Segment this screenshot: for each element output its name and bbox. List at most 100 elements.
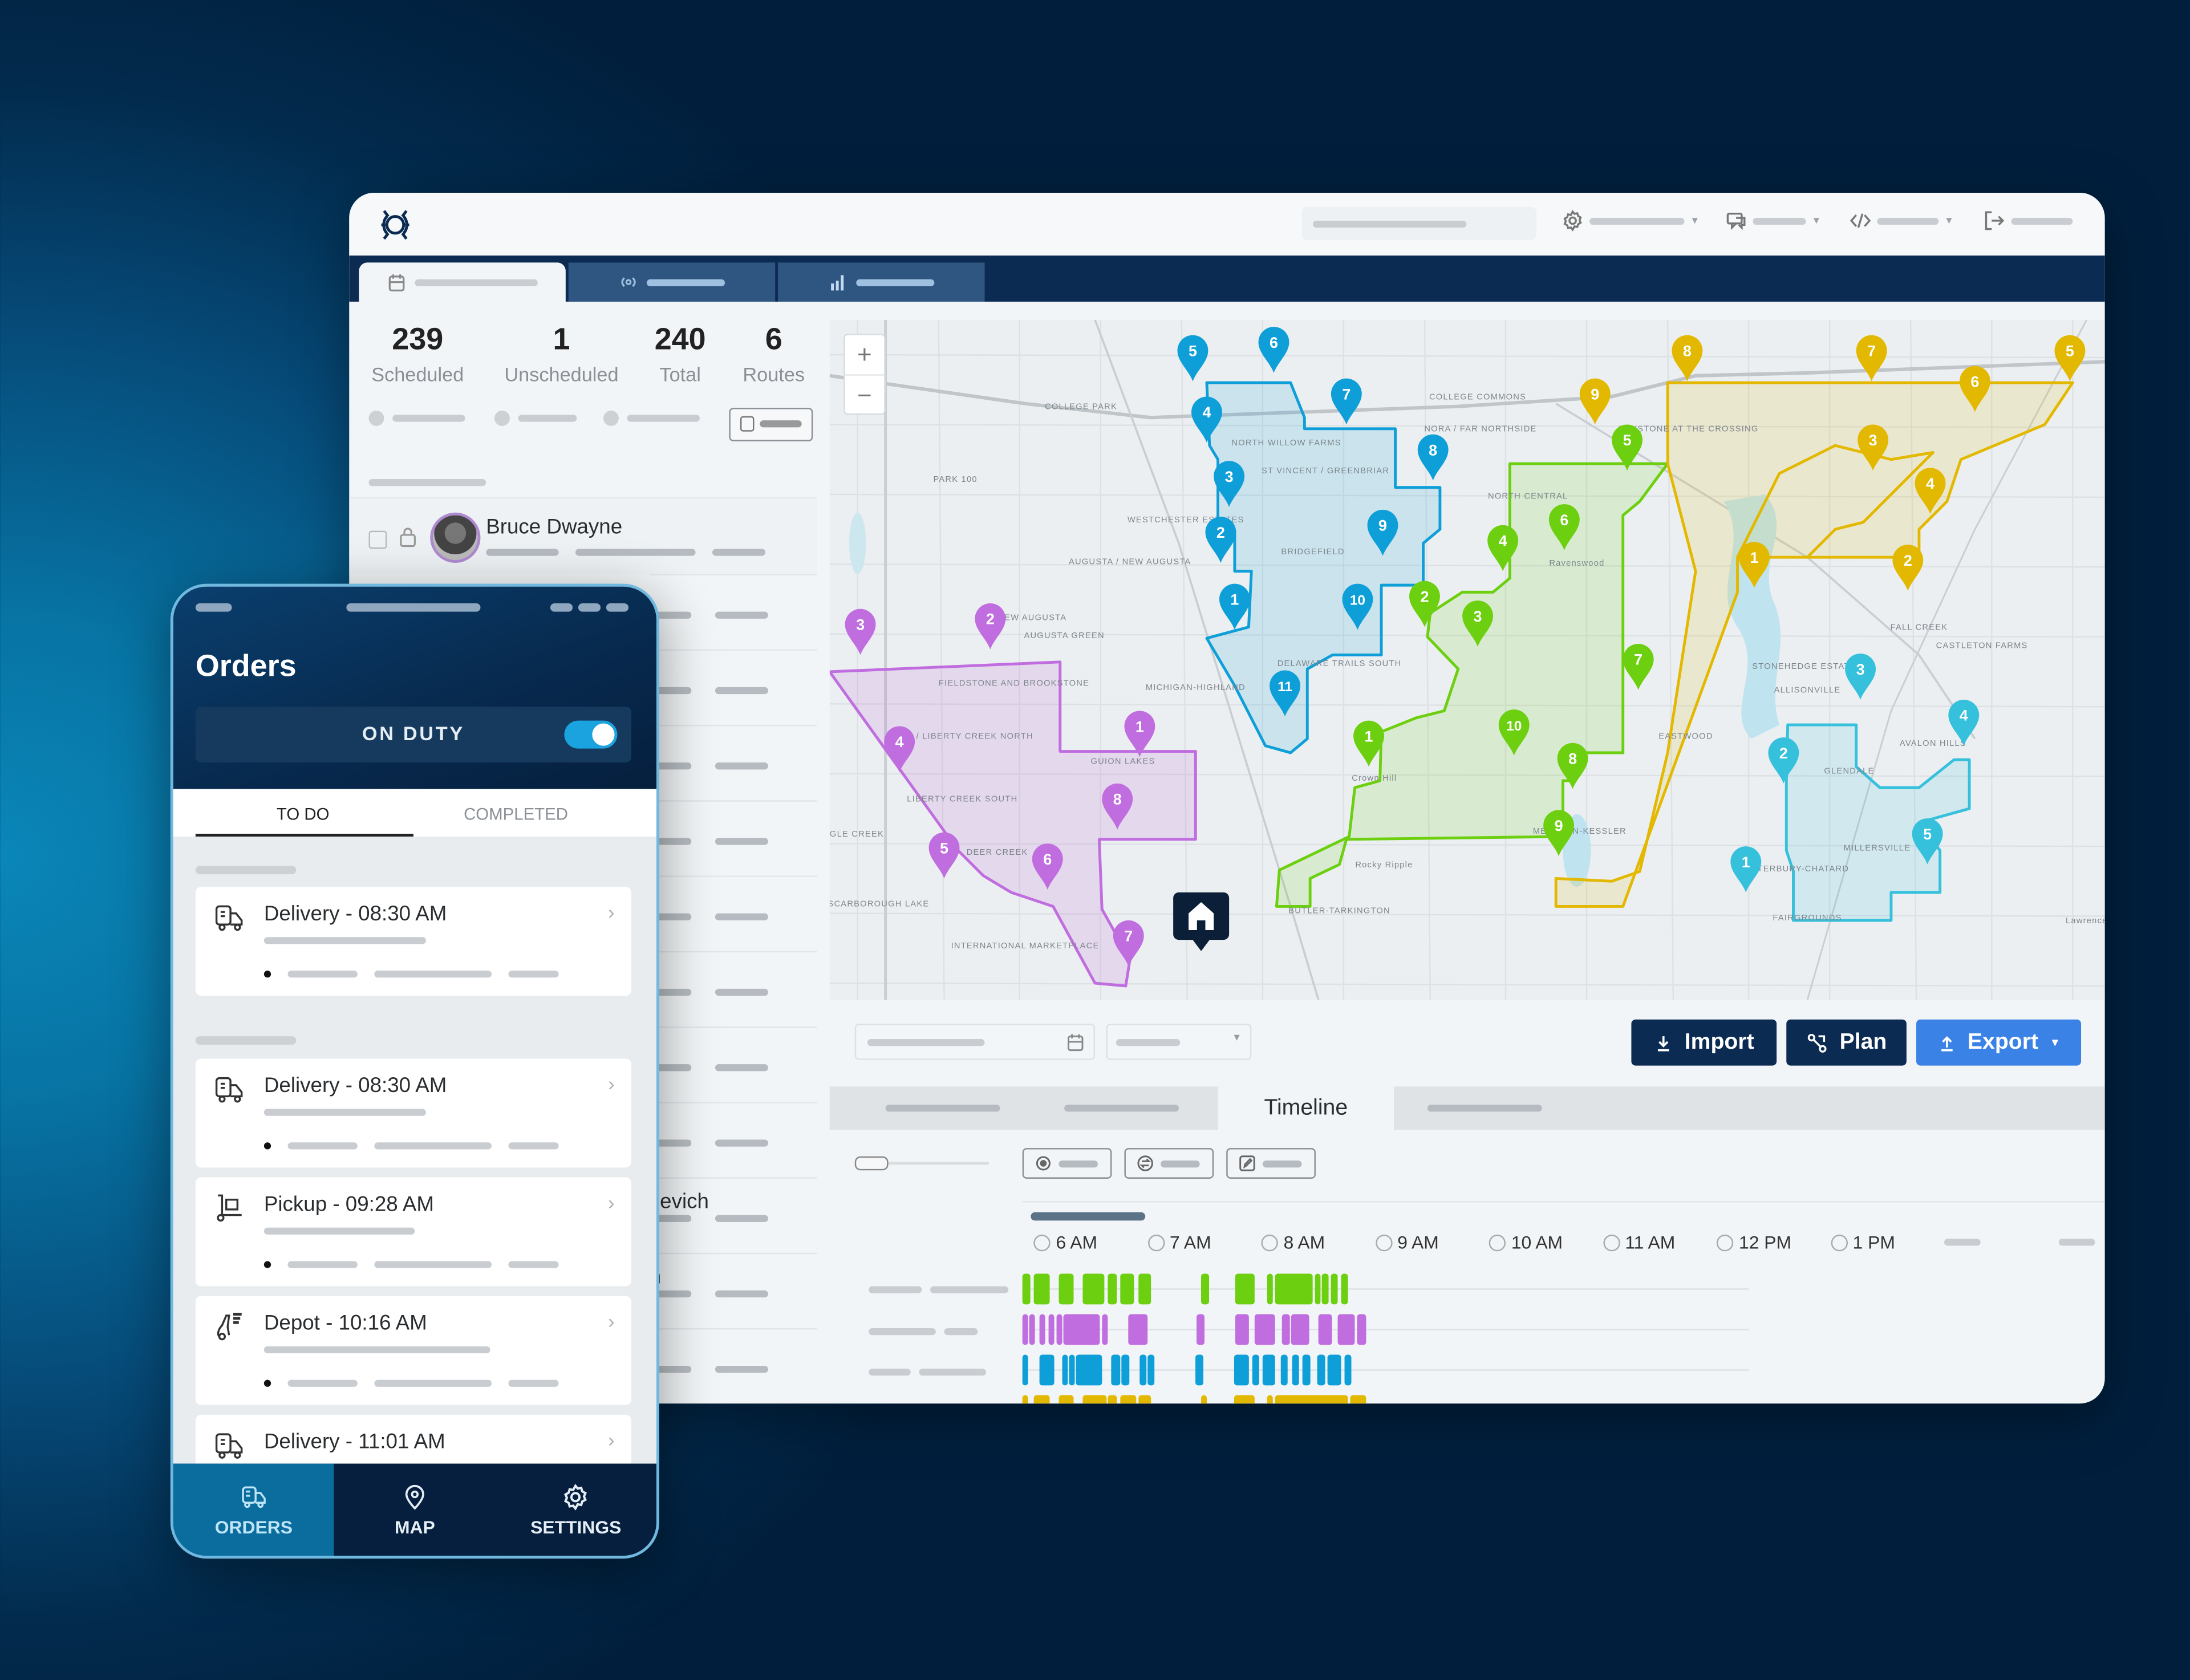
timeline-stop-bar[interactable] (1344, 1354, 1352, 1386)
timeline-stop-bar[interactable] (1022, 1314, 1028, 1345)
timeline-stop-bar[interactable] (1069, 1354, 1075, 1386)
timeline-stop-bar[interactable] (1120, 1273, 1134, 1305)
timeline-stop-bar[interactable] (1138, 1395, 1151, 1404)
timeline-stop-bar[interactable] (1111, 1354, 1121, 1386)
tab-view-1[interactable] (885, 1105, 1000, 1112)
filter-option[interactable] (603, 411, 700, 426)
timeline-stop-bar[interactable] (1195, 1354, 1204, 1386)
timeline-stop-bar[interactable] (1350, 1395, 1366, 1404)
nav-orders[interactable]: ORDERS (173, 1463, 335, 1556)
filter-option[interactable] (368, 411, 465, 426)
timeline-edit-button[interactable] (1226, 1148, 1316, 1179)
tab-view-2[interactable] (1064, 1105, 1179, 1112)
timeline-stop-bar[interactable] (1022, 1273, 1031, 1305)
timeline-stop-bar[interactable] (1033, 1395, 1050, 1404)
tab-analytics[interactable] (778, 262, 985, 302)
timeline-stop-bar[interactable] (1235, 1273, 1255, 1305)
driver-row[interactable]: n (649, 1252, 817, 1330)
timeline-filter-button[interactable] (1022, 1148, 1112, 1179)
timeline-stop-bar[interactable] (1280, 1354, 1288, 1386)
timeline-stop-bar[interactable] (1039, 1354, 1055, 1386)
timeline-stop-bar[interactable] (1327, 1354, 1341, 1386)
timeline-stop-bar[interactable] (1252, 1354, 1259, 1386)
timeline-stop-bar[interactable] (1058, 1273, 1074, 1305)
order-card[interactable]: Pickup - 09:28 AM › (195, 1177, 631, 1287)
timeline-stop-bar[interactable] (1056, 1314, 1062, 1345)
driver-row[interactable] (649, 725, 817, 802)
driver-row[interactable]: Bruce Dwayne (349, 497, 817, 574)
driver-row[interactable] (649, 1026, 817, 1103)
timeline-stop-bar[interactable] (1254, 1314, 1275, 1345)
timeline-stop-bar[interactable] (1138, 1273, 1151, 1305)
plan-button[interactable]: Plan (1786, 1019, 1907, 1066)
timeline-stop-bar[interactable] (1048, 1314, 1055, 1345)
timeline-stop-bar[interactable] (1275, 1273, 1313, 1305)
timeline-zoom-slider[interactable] (854, 1156, 989, 1171)
timeline-stop-bar[interactable] (1197, 1314, 1205, 1345)
timeline-stop-bar[interactable] (1321, 1273, 1329, 1305)
timeline-stop-bar[interactable] (1317, 1354, 1325, 1386)
timeline-stop-bar[interactable] (1082, 1395, 1107, 1404)
route-map[interactable]: COLLEGE PARK PARK 100 NORTH WILLOW FARMS ST… (829, 319, 2105, 1000)
timeline-stop-bar[interactable] (1331, 1273, 1338, 1305)
timeline-stop-bar[interactable] (1120, 1395, 1137, 1404)
export-button[interactable]: Export ▼ (1916, 1019, 2082, 1066)
zoom-out-button[interactable]: − (845, 376, 885, 415)
timeline-stop-bar[interactable] (1022, 1395, 1028, 1404)
timeline-stop-bar[interactable] (1062, 1354, 1068, 1386)
developer-menu[interactable]: ▼ (1849, 209, 1954, 232)
timeline-stop-bar[interactable] (1315, 1273, 1321, 1305)
timeline-stop-bar[interactable] (1267, 1273, 1273, 1305)
timeline-stop-bar[interactable] (1337, 1314, 1355, 1345)
timeline-stop-bar[interactable] (1357, 1314, 1366, 1345)
messages-menu[interactable]: ▼ (1725, 209, 1821, 232)
timeline-stop-bar[interactable] (1292, 1354, 1299, 1386)
app-logo-icon[interactable] (374, 204, 416, 246)
timeline-stop-bar[interactable] (1102, 1314, 1108, 1345)
timeline-stop-bar[interactable] (1281, 1314, 1290, 1345)
timeline-stop-bar[interactable] (1234, 1395, 1255, 1404)
map-canvas[interactable]: COLLEGE PARK PARK 100 NORTH WILLOW FARMS ST… (829, 319, 2105, 1000)
timeline-stop-bar[interactable] (1033, 1273, 1050, 1305)
filter-option[interactable] (494, 411, 577, 426)
nav-map[interactable]: MAP (334, 1464, 495, 1556)
timeline-stop-bar[interactable] (1022, 1354, 1028, 1386)
timeline-stop-bar[interactable] (1082, 1273, 1105, 1305)
driver-row[interactable] (649, 649, 817, 727)
driver-row[interactable] (649, 1328, 817, 1403)
driver-row[interactable] (649, 574, 817, 651)
timeline-stop-bar[interactable] (1201, 1395, 1207, 1404)
timeline-stop-bar[interactable] (1267, 1395, 1273, 1404)
driver-checkbox[interactable] (368, 530, 387, 549)
select-all-toggle[interactable] (729, 408, 813, 441)
timeline-stop-bar[interactable] (1058, 1395, 1074, 1404)
slider-handle[interactable] (854, 1156, 889, 1171)
timeline-stop-bar[interactable] (1121, 1354, 1130, 1386)
timeline-stop-bar[interactable] (1302, 1354, 1311, 1386)
timeline-stop-bar[interactable] (1275, 1395, 1348, 1404)
order-card[interactable]: Delivery - 08:30 AM › (195, 1058, 631, 1168)
date-picker[interactable] (854, 1024, 1096, 1060)
timeline-stop-bar[interactable] (1108, 1395, 1117, 1404)
settings-menu[interactable]: ▼ (1562, 209, 1700, 232)
tab-todo[interactable]: TO DO (277, 805, 330, 824)
driver-row[interactable] (649, 875, 817, 953)
tab-schedule[interactable] (359, 262, 566, 302)
timeline-stop-bar[interactable] (1318, 1314, 1332, 1345)
timeline-stop-bar[interactable] (1291, 1314, 1309, 1345)
driver-row[interactable] (649, 1102, 817, 1179)
timeline-stop-bar[interactable] (1039, 1314, 1045, 1345)
timeline-stop-bar[interactable] (1341, 1273, 1348, 1305)
driver-row[interactable] (649, 800, 817, 877)
order-card[interactable]: Depot - 10:16 AM › (195, 1296, 631, 1405)
timeline-stop-bar[interactable] (1235, 1314, 1249, 1345)
search-input[interactable] (1301, 206, 1536, 241)
timeline-stop-bar[interactable] (1063, 1314, 1100, 1345)
timeline-stop-bar[interactable] (1262, 1354, 1275, 1386)
on-duty-toggle[interactable] (564, 720, 618, 749)
timeline-stop-bar[interactable] (1128, 1314, 1148, 1345)
logout-button[interactable] (1984, 209, 2073, 232)
lock-icon[interactable] (398, 525, 417, 547)
timeline-stop-bar[interactable] (1201, 1273, 1210, 1305)
timeline-stop-bar[interactable] (1234, 1354, 1249, 1386)
